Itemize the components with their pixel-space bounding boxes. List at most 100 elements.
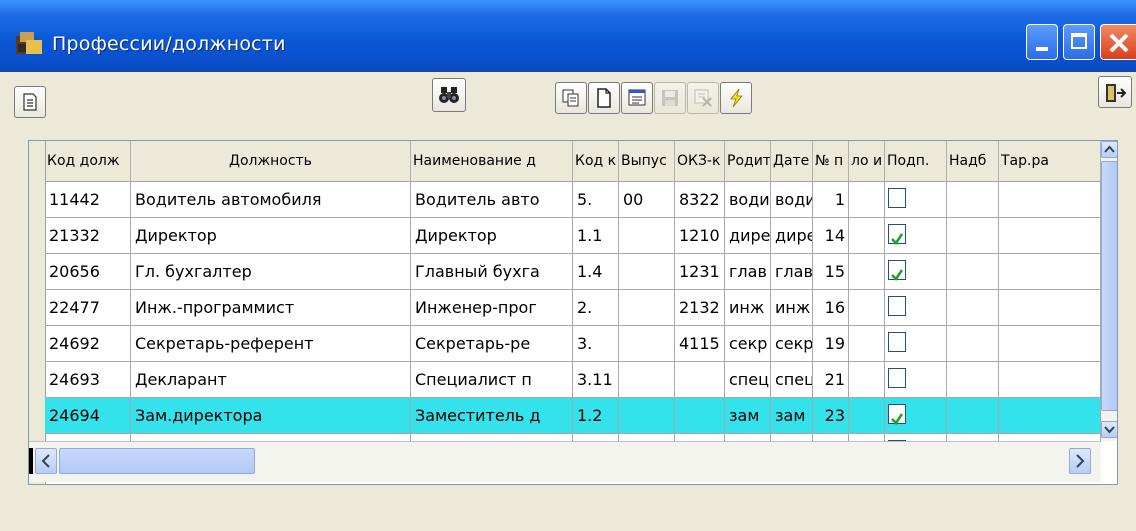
cell-position[interactable]: Гл. бухгалтер	[131, 254, 411, 289]
table-row[interactable]: 22477 Инж.-программист Инженер-прог 2. 2132 и…	[45, 290, 1101, 326]
table-row[interactable]: 24693 Декларант Специалист п 3.11 спец спец 21	[45, 362, 1101, 398]
signed-checkbox[interactable]	[888, 332, 906, 352]
cell-okz[interactable]: 2132	[675, 290, 725, 325]
column-header-lo[interactable]: ло и	[849, 141, 885, 181]
professions-grid[interactable]: Код долж Должность Наименование д Код к …	[28, 140, 1118, 485]
cell-position[interactable]: Директор	[131, 218, 411, 253]
cell-signed[interactable]	[885, 362, 947, 397]
cell-signed[interactable]	[885, 254, 947, 289]
cell-vypusk[interactable]: 00	[619, 182, 675, 217]
cell-nadb[interactable]	[947, 182, 999, 217]
delete-button[interactable]	[687, 82, 719, 114]
cell-tar[interactable]	[999, 254, 1101, 289]
cell-position[interactable]: Декларант	[131, 362, 411, 397]
vertical-scrollbar[interactable]	[1101, 141, 1117, 441]
new-button[interactable]	[588, 82, 620, 114]
cell-kod[interactable]: 3.11	[573, 362, 619, 397]
column-header-date[interactable]: Дате	[771, 141, 813, 181]
cell-date[interactable]: секр	[771, 326, 813, 361]
cell-position[interactable]: Водитель автомобиля	[131, 182, 411, 217]
cell-rodit[interactable]: спец	[725, 362, 771, 397]
column-header-nadb[interactable]: Надб	[947, 141, 999, 181]
cell-nadb[interactable]	[947, 290, 999, 325]
cell-lo[interactable]	[849, 182, 885, 217]
cell-date[interactable]: дире	[771, 218, 813, 253]
column-header-kod[interactable]: Код к	[573, 141, 619, 181]
column-header-vypusk[interactable]: Выпус	[619, 141, 675, 181]
cell-number[interactable]: 21	[813, 362, 849, 397]
cell-nadb[interactable]	[947, 254, 999, 289]
column-header-signed[interactable]: Подп.	[885, 141, 947, 181]
table-row[interactable]: 24692 Секретарь-референт Секретарь-ре 3. 411…	[45, 326, 1101, 362]
cell-name[interactable]: Секретарь-ре	[411, 326, 573, 361]
signed-checkbox[interactable]	[888, 260, 906, 281]
cell-kod[interactable]: 3.	[573, 326, 619, 361]
action-button[interactable]	[720, 82, 752, 114]
cell-rodit[interactable]: глав	[725, 254, 771, 289]
cell-name[interactable]: Водитель авто	[411, 182, 573, 217]
exit-button[interactable]	[1098, 76, 1132, 108]
cell-number[interactable]: 19	[813, 326, 849, 361]
column-header-okz[interactable]: ОКЗ-к	[675, 141, 725, 181]
cell-nadb[interactable]	[947, 362, 999, 397]
cell-rodit[interactable]: зам	[725, 398, 771, 433]
scroll-left-button[interactable]	[35, 448, 57, 474]
signed-checkbox[interactable]	[888, 188, 906, 208]
cell-code[interactable]: 24692	[45, 326, 131, 361]
cell-date[interactable]: спец	[771, 362, 813, 397]
cell-number[interactable]: 23	[813, 398, 849, 433]
cell-lo[interactable]	[849, 290, 885, 325]
cell-date[interactable]: инж	[771, 290, 813, 325]
cell-date[interactable]: зам	[771, 398, 813, 433]
cell-vypusk[interactable]	[619, 362, 675, 397]
cell-tar[interactable]	[999, 290, 1101, 325]
signed-checkbox[interactable]	[888, 224, 906, 245]
cell-kod[interactable]: 1.4	[573, 254, 619, 289]
cell-vypusk[interactable]	[619, 326, 675, 361]
cell-lo[interactable]	[849, 326, 885, 361]
maximize-button[interactable]	[1063, 24, 1095, 60]
cell-signed[interactable]	[885, 326, 947, 361]
scroll-up-button[interactable]	[1101, 141, 1117, 158]
cell-rodit[interactable]: води	[725, 182, 771, 217]
cell-okz[interactable]: 4115	[675, 326, 725, 361]
cell-number[interactable]: 15	[813, 254, 849, 289]
cell-name[interactable]: Директор	[411, 218, 573, 253]
cell-lo[interactable]	[849, 254, 885, 289]
cell-vypusk[interactable]	[619, 398, 675, 433]
horizontal-scrollbar[interactable]	[29, 441, 1101, 482]
column-header-position[interactable]: Должность	[131, 141, 411, 181]
cell-tar[interactable]	[999, 218, 1101, 253]
table-row[interactable]: 24694 Зам.директора Заместитель д 1.2 зам зам…	[45, 398, 1101, 434]
cell-kod[interactable]: 2.	[573, 290, 619, 325]
close-button[interactable]	[1100, 24, 1136, 60]
edit-button[interactable]	[621, 82, 653, 114]
table-row[interactable]: 21332 Директор Директор 1.1 1210 дире дире 14	[45, 218, 1101, 254]
cell-number[interactable]: 16	[813, 290, 849, 325]
cell-kod[interactable]: 5.	[573, 182, 619, 217]
cell-nadb[interactable]	[947, 398, 999, 433]
cell-name[interactable]: Главный бухга	[411, 254, 573, 289]
cell-okz[interactable]	[675, 398, 725, 433]
cell-code[interactable]: 22477	[45, 290, 131, 325]
cell-position[interactable]: Зам.директора	[131, 398, 411, 433]
cell-nadb[interactable]	[947, 218, 999, 253]
horizontal-scroll-thumb[interactable]	[59, 448, 255, 474]
cell-name[interactable]: Инженер-прог	[411, 290, 573, 325]
cell-okz[interactable]: 1231	[675, 254, 725, 289]
cell-lo[interactable]	[849, 362, 885, 397]
cell-tar[interactable]	[999, 362, 1101, 397]
cell-date[interactable]: води	[771, 182, 813, 217]
save-button[interactable]	[654, 82, 686, 114]
column-header-tar[interactable]: Тар.ра	[999, 141, 1101, 181]
signed-checkbox[interactable]	[888, 404, 906, 425]
cell-code[interactable]: 24694	[45, 398, 131, 433]
cell-name[interactable]: Заместитель д	[411, 398, 573, 433]
column-header-rodit[interactable]: Родит	[725, 141, 771, 181]
table-row[interactable]: 20656 Гл. бухгалтер Главный бухга 1.4 1231 гл…	[45, 254, 1101, 290]
scroll-right-button[interactable]	[1069, 448, 1091, 474]
cell-okz[interactable]: 1210	[675, 218, 725, 253]
cell-tar[interactable]	[999, 398, 1101, 433]
cell-rodit[interactable]: дире	[725, 218, 771, 253]
cell-date[interactable]: глав	[771, 254, 813, 289]
